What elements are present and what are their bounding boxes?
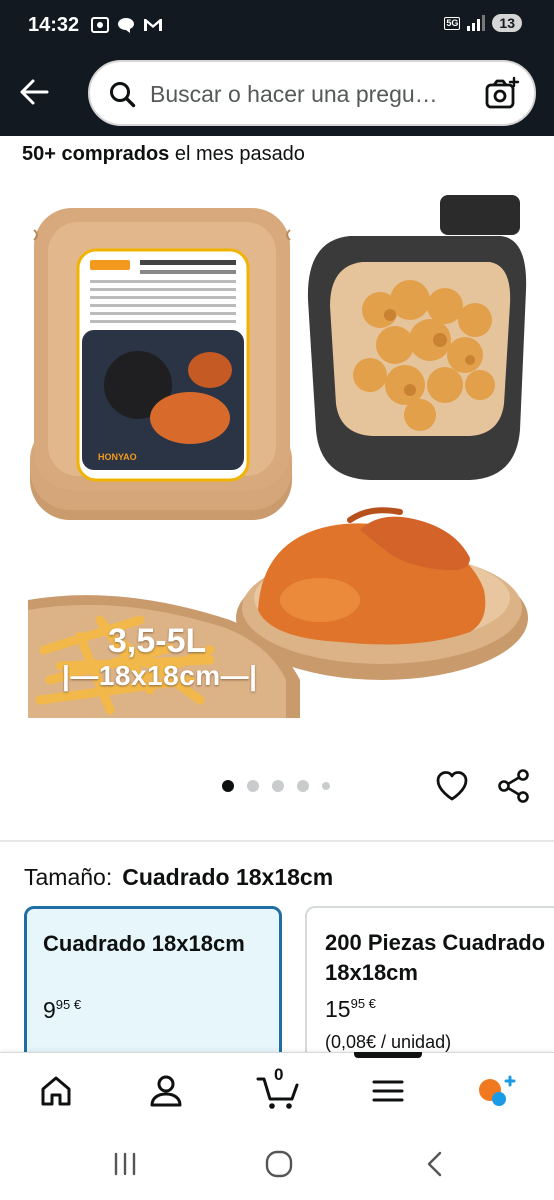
- purchased-suffix: el mes pasado: [169, 143, 305, 165]
- home-icon: [41, 1076, 71, 1106]
- carousel-dot[interactable]: [297, 780, 309, 792]
- cart-tab-indicator: [354, 1052, 422, 1058]
- size-option-selected[interactable]: Cuadrado 18x18cm 995 €: [24, 906, 282, 1066]
- nav-menu[interactable]: [368, 1071, 408, 1111]
- nav-account[interactable]: [146, 1071, 186, 1111]
- size-option-price: 1595 €: [325, 996, 376, 1023]
- carousel-dot[interactable]: [247, 780, 259, 792]
- package-feature-text: Food grade Non-leaking Non-stick: [84, 524, 151, 543]
- package-brand-label: HONYAO: [98, 452, 137, 462]
- size-option-title: 200 Piezas Cuadrado 18x18cm: [325, 928, 554, 988]
- search-header: [0, 52, 554, 136]
- nav-home[interactable]: [36, 1071, 76, 1111]
- person-icon: [150, 1075, 182, 1107]
- size-option-title: Cuadrado 18x18cm: [43, 931, 245, 956]
- purchased-count-text: 50+ comprados el mes pasado: [22, 143, 305, 166]
- size-label: Tamaño:: [24, 864, 113, 890]
- chat-bubble-icon: [118, 18, 134, 33]
- home-circle-icon: [265, 1150, 293, 1178]
- recent-apps-button[interactable]: [110, 1148, 142, 1180]
- product-image: [28, 195, 528, 718]
- size-selected-value: Cuadrado 18x18cm: [122, 864, 334, 890]
- heart-icon: [436, 771, 468, 801]
- system-back-button[interactable]: [420, 1148, 452, 1180]
- status-time: 14:32: [28, 14, 80, 36]
- carousel-dot[interactable]: [322, 782, 330, 790]
- size-option-price: 995 €: [43, 997, 81, 1024]
- price-fraction: 95 €: [55, 997, 82, 1012]
- image-size-text: |—18x18cm—|: [62, 660, 258, 691]
- bottom-navigation: 0: [0, 1052, 554, 1128]
- camera-icon: [485, 76, 520, 109]
- unit-price: (0,08€ / unidad): [325, 1032, 452, 1052]
- status-bar: 14:32 5G 13: [0, 0, 554, 52]
- screenshot-icon: [91, 17, 109, 33]
- size-option-title-line1: 200 Piezas Cuadrado: [325, 930, 546, 955]
- rufus-assistant-icon: [479, 1075, 516, 1106]
- network-badge: 5G: [444, 16, 461, 30]
- gmail-icon: [144, 19, 162, 31]
- search-input[interactable]: [150, 76, 470, 112]
- share-button[interactable]: [496, 768, 532, 804]
- product-image-carousel[interactable]: 3,5-5L |—18x18cm—| HONYAO Food grade Non…: [0, 180, 554, 740]
- size-label-row: Tamaño: Cuadrado 18x18cm: [24, 864, 333, 891]
- carousel-dot[interactable]: [272, 780, 284, 792]
- wishlist-button[interactable]: [434, 768, 470, 804]
- share-icon: [498, 769, 529, 803]
- section-divider: [0, 840, 554, 842]
- search-icon: [110, 82, 136, 108]
- system-status-icons: 5G 13: [444, 14, 522, 32]
- price-fraction: 95 €: [350, 996, 376, 1011]
- cart-count: 0: [274, 1065, 284, 1084]
- size-option[interactable]: 200 Piezas Cuadrado 18x18cm 1595 € (0,08€…: [305, 906, 554, 1066]
- image-capacity-text: 3,5-5L: [108, 622, 207, 660]
- signal-icon: [467, 15, 486, 31]
- menu-icon: [372, 1080, 404, 1102]
- nav-rufus[interactable]: [474, 1071, 516, 1111]
- air-fryer-basket-illustration: [307, 195, 527, 480]
- home-system-button[interactable]: [263, 1148, 295, 1180]
- liner-stack-illustration: [30, 208, 292, 520]
- purchased-count-bold: 50+ comprados: [22, 143, 170, 165]
- nav-cart[interactable]: 0: [256, 1065, 302, 1111]
- system-navigation-bar: [0, 1128, 554, 1200]
- carousel-dot[interactable]: [222, 780, 234, 792]
- arrow-left-icon: [20, 79, 49, 105]
- price-whole: 15: [325, 996, 351, 1022]
- search-bar[interactable]: [88, 60, 536, 126]
- price-whole: 9: [43, 997, 56, 1023]
- carousel-dots: [222, 780, 330, 792]
- chevron-left-icon: [427, 1151, 442, 1177]
- size-option-title-line2: 18x18cm: [325, 960, 418, 985]
- recent-apps-icon: [114, 1152, 136, 1176]
- back-button[interactable]: [14, 72, 54, 112]
- camera-search-button[interactable]: [484, 76, 520, 112]
- notification-icons: [90, 15, 164, 35]
- battery-indicator: 13: [492, 14, 522, 32]
